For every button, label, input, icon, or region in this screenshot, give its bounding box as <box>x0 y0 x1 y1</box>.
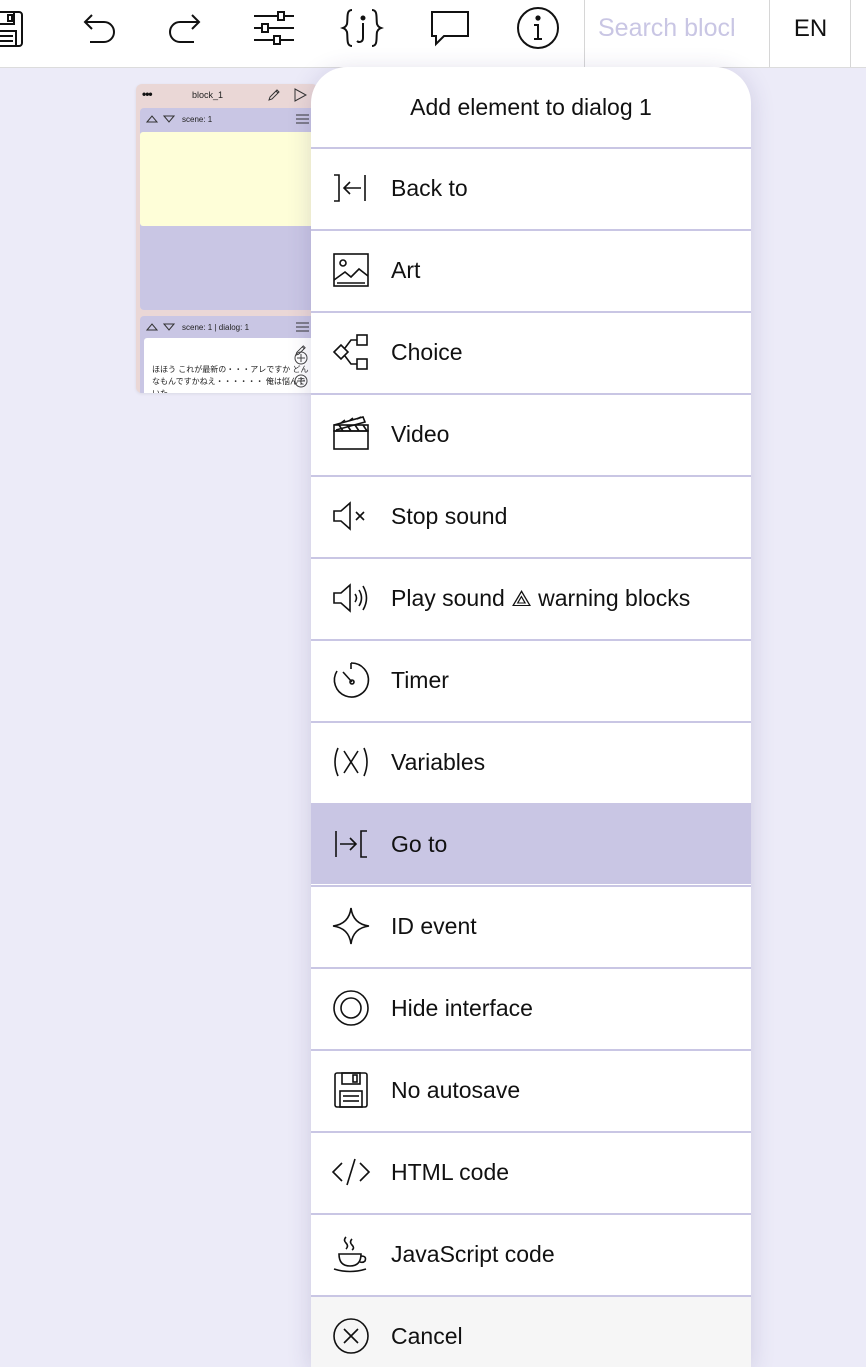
menu-item-video[interactable]: Video <box>311 393 751 474</box>
menu-item-label: Hide interface <box>391 995 533 1021</box>
menu-item-cancel[interactable]: Cancel <box>311 1295 751 1367</box>
menu-item-label: Cancel <box>391 1323 463 1349</box>
timer-icon <box>331 660 371 700</box>
dialog-panel: scene: 1 | dialog: 1 ほほう これが最新の・・・アレですか … <box>140 316 316 393</box>
scene-panel: scene: 1 <box>140 108 316 310</box>
menu-item-label: Variables <box>391 749 486 775</box>
divider <box>584 0 585 67</box>
scene-label: scene: 1 <box>182 115 213 124</box>
add-dialog-plus-icon[interactable] <box>294 351 308 365</box>
block-header: ••• block_1 <box>136 84 318 106</box>
menu-item-label: Video <box>391 421 450 447</box>
search-input[interactable] <box>586 8 746 48</box>
go-to-icon <box>331 824 371 864</box>
floppy-disk-icon <box>331 1070 371 1110</box>
divider <box>850 0 851 67</box>
redo-icon[interactable] <box>164 6 208 50</box>
sparkle-icon <box>331 906 371 946</box>
json-icon[interactable] <box>340 6 384 50</box>
menu-item-label: Back to <box>391 175 468 201</box>
menu-item-hide-interface[interactable]: Hide interface <box>311 967 751 1048</box>
block-title: block_1 <box>192 90 224 100</box>
menu-item-html-code[interactable]: HTML code <box>311 1131 751 1212</box>
settings-sliders-icon[interactable] <box>252 6 296 50</box>
hamburger-menu-icon[interactable] <box>296 321 309 333</box>
menu-item-label: ID event <box>391 913 477 939</box>
scene-art-area[interactable] <box>140 132 316 226</box>
hamburger-menu-icon[interactable] <box>296 113 309 125</box>
dialog-label: scene: 1 | dialog: 1 <box>182 323 250 332</box>
dialog-header: scene: 1 | dialog: 1 <box>140 316 316 338</box>
info-icon[interactable] <box>516 6 560 50</box>
menu-item-label: Art <box>391 257 421 283</box>
block-card[interactable]: ••• block_1 scene: 1 scene: 1 | dialog: … <box>136 84 318 393</box>
menu-item-label: JavaScript code <box>391 1241 555 1267</box>
move-up-icon[interactable] <box>146 321 158 333</box>
menu-item-variables[interactable]: Variables <box>311 721 751 802</box>
menu-item-choice[interactable]: Choice <box>311 311 751 392</box>
save-icon[interactable] <box>0 6 28 50</box>
code-icon <box>331 1152 371 1192</box>
menu-item-go-to[interactable]: Go to <box>311 803 751 884</box>
back-to-icon <box>331 168 371 208</box>
menu-item-label: Go to <box>391 831 448 857</box>
menu-item-play-sound[interactable]: Play sound ⟁ warning blocks <box>311 557 751 638</box>
speaker-mute-icon <box>331 496 371 536</box>
move-down-icon[interactable] <box>163 113 175 125</box>
edit-pencil-icon[interactable] <box>267 88 281 102</box>
top-toolbar: EN <box>0 0 866 68</box>
menu-item-label: No autosave <box>391 1077 521 1103</box>
menu-item-label: Stop sound <box>391 503 508 529</box>
divider <box>769 0 770 67</box>
menu-item-id-event[interactable]: ID event <box>311 885 751 966</box>
clapperboard-icon <box>331 414 371 454</box>
menu-item-timer[interactable]: Timer <box>311 639 751 720</box>
scene-header: scene: 1 <box>140 108 316 130</box>
undo-icon[interactable] <box>76 6 120 50</box>
block-menu-dots-icon[interactable]: ••• <box>142 87 153 101</box>
menu-item-label: HTML code <box>391 1159 510 1185</box>
play-icon[interactable] <box>293 88 307 102</box>
comment-icon[interactable] <box>428 6 472 50</box>
speaker-play-icon <box>331 578 371 618</box>
menu-item-label: Timer <box>391 667 449 693</box>
choice-icon <box>331 332 371 372</box>
image-icon <box>331 250 371 290</box>
popup-title: Add element to dialog 1 <box>410 94 652 120</box>
menu-item-javascript-code[interactable]: JavaScript code <box>311 1213 751 1294</box>
coffee-cup-icon <box>331 1234 371 1274</box>
add-scene-plus-icon[interactable] <box>294 374 308 388</box>
menu-item-back-to[interactable]: Back to <box>311 147 751 228</box>
dialog-text: ほほう これが最新の・・・アレですか どんなもんですかねえ・・・・・・ 俺は悩ん… <box>152 365 309 393</box>
menu-item-label: Choice <box>391 339 463 365</box>
circle-target-icon <box>331 988 371 1028</box>
move-down-icon[interactable] <box>163 321 175 333</box>
menu-item-stop-sound[interactable]: Stop sound <box>311 475 751 556</box>
menu-item-art[interactable]: Art <box>311 229 751 310</box>
language-selector[interactable]: EN <box>771 12 850 46</box>
add-element-popup: Add element to dialog 1 Back to Art Choi… <box>311 67 751 1367</box>
menu-item-no-autosave[interactable]: No autosave <box>311 1049 751 1130</box>
cancel-icon <box>331 1316 371 1356</box>
move-up-icon[interactable] <box>146 113 158 125</box>
menu-item-label: Play sound ⟁ warning blocks <box>391 585 691 611</box>
dialog-text-box[interactable]: ほほう これが最新の・・・アレですか どんなもんですかねえ・・・・・・ 俺は悩ん… <box>144 338 314 393</box>
variables-icon <box>331 742 371 782</box>
